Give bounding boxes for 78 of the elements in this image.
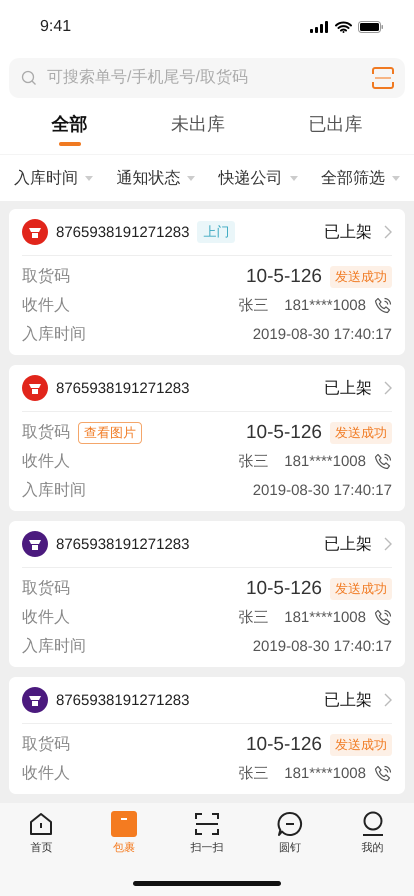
field-label: 取货码 bbox=[22, 423, 70, 443]
field-label: 收件人 bbox=[22, 296, 70, 316]
notify-status: 发送成功 bbox=[330, 734, 392, 756]
tracking-number: 8765938191271283 bbox=[56, 380, 190, 396]
phone-icon[interactable] bbox=[374, 608, 392, 626]
stock-in-time: 2019-08-30 17:40:17 bbox=[252, 326, 392, 343]
nav-tab[interactable]: 扫一扫 bbox=[176, 811, 237, 855]
status-time: 9:41 bbox=[40, 18, 72, 36]
pickup-code: 10-5-126 bbox=[246, 578, 322, 600]
phone-number: 181****1008 bbox=[284, 765, 366, 782]
phone-icon[interactable] bbox=[374, 764, 392, 782]
phone-number: 181****1008 bbox=[284, 609, 366, 626]
parcel-icon bbox=[111, 811, 138, 837]
tracking-number: 8765938191271283 bbox=[56, 536, 190, 552]
phone-number: 181****1008 bbox=[284, 297, 366, 314]
search-input[interactable]: 可搜索单号/手机尾号/取货码 bbox=[45, 68, 363, 88]
recipient-name: 张三 bbox=[238, 296, 268, 315]
parcel-card[interactable]: 8765938191271283 已上架 取货码 10-5-126 发送成功 收件人 张三 181****1008 bbox=[9, 677, 405, 794]
phone-icon[interactable] bbox=[374, 452, 392, 470]
notify-status: 发送成功 bbox=[330, 422, 392, 444]
tab[interactable]: 未出库 bbox=[156, 106, 239, 146]
home-icon bbox=[28, 811, 54, 837]
notify-status: 发送成功 bbox=[330, 266, 392, 288]
scan-icon bbox=[194, 811, 220, 837]
caret-icon bbox=[187, 176, 196, 180]
field-label: 入库时间 bbox=[22, 324, 86, 345]
chevron-right-icon bbox=[384, 693, 392, 707]
field-label: 取货码 bbox=[22, 579, 70, 599]
nav-tab[interactable]: 圆钉 bbox=[260, 811, 320, 855]
search-icon bbox=[21, 70, 37, 86]
pickup-code: 10-5-126 bbox=[246, 734, 322, 756]
nav-tab[interactable]: 我的 bbox=[342, 811, 403, 855]
filter-dropdown[interactable]: 入库时间 bbox=[14, 168, 93, 188]
wifi-icon bbox=[335, 21, 352, 33]
caret-icon bbox=[290, 176, 298, 180]
chat-icon bbox=[276, 811, 303, 837]
filter-dropdown[interactable]: 全部筛选 bbox=[320, 168, 400, 188]
tab[interactable]: 全部 bbox=[38, 106, 102, 146]
parcel-card[interactable]: 8765938191271283 上门 已上架 取货码 10-5-126 发送成功 收件人 张三 181****1008 入库时间 2019-08-30 17:40:17 bbox=[9, 209, 405, 355]
shelf-status: 已上架 bbox=[324, 378, 372, 398]
filter-dropdown[interactable]: 通知状态 bbox=[116, 168, 196, 188]
phone-icon[interactable] bbox=[374, 296, 392, 314]
phone-number: 181****1008 bbox=[284, 453, 366, 470]
notify-status: 发送成功 bbox=[330, 578, 392, 600]
search-bar[interactable]: 可搜索单号/手机尾号/取货码 bbox=[9, 58, 405, 98]
field-label: 收件人 bbox=[22, 608, 70, 628]
chevron-right-icon bbox=[384, 537, 392, 551]
stock-in-time: 2019-08-30 17:40:17 bbox=[252, 482, 392, 499]
shelf-status: 已上架 bbox=[324, 534, 372, 554]
recipient-name: 张三 bbox=[238, 452, 268, 471]
signal-icon bbox=[310, 21, 329, 33]
shelf-status: 已上架 bbox=[324, 222, 372, 242]
caret-icon bbox=[85, 176, 93, 180]
field-label: 收件人 bbox=[22, 452, 70, 472]
chevron-right-icon bbox=[384, 381, 392, 395]
parcel-card[interactable]: 8765938191271283 已上架 取货码 10-5-126 发送成功 收件人 张三 181****1008 入库时间 2019-08-30 17:40:17 bbox=[9, 521, 405, 667]
tab[interactable]: 已出库 bbox=[294, 106, 376, 146]
field-label: 取货码 bbox=[22, 267, 70, 287]
field-label: 收件人 bbox=[22, 764, 70, 784]
stock-in-time: 2019-08-30 17:40:17 bbox=[252, 638, 392, 655]
chevron-right-icon bbox=[384, 225, 392, 239]
recipient-name: 张三 bbox=[238, 608, 268, 627]
filter-dropdown[interactable]: 快递公司 bbox=[218, 168, 298, 188]
tracking-number: 8765938191271283 bbox=[56, 692, 190, 708]
pickup-code: 10-5-126 bbox=[246, 266, 322, 288]
scan-icon[interactable] bbox=[371, 66, 395, 90]
tracking-number: 8765938191271283 bbox=[56, 224, 190, 240]
battery-icon bbox=[358, 21, 384, 33]
field-label: 取货码 bbox=[22, 735, 70, 755]
caret-icon bbox=[392, 176, 400, 180]
delivery-tag: 上门 bbox=[197, 221, 236, 243]
pickup-code: 10-5-126 bbox=[246, 422, 322, 444]
field-label: 入库时间 bbox=[22, 636, 86, 657]
parcel-card[interactable]: 8765938191271283 已上架 取货码 查看图片 10-5-126 发送成功 收件人 张三 181****1008 入库时间 2019-08-30 17:40:17 bbox=[9, 365, 405, 511]
shelf-status: 已上架 bbox=[324, 690, 372, 710]
recipient-name: 张三 bbox=[238, 764, 268, 783]
field-label: 入库时间 bbox=[22, 480, 86, 501]
nav-tab[interactable]: 首页 bbox=[11, 811, 72, 855]
